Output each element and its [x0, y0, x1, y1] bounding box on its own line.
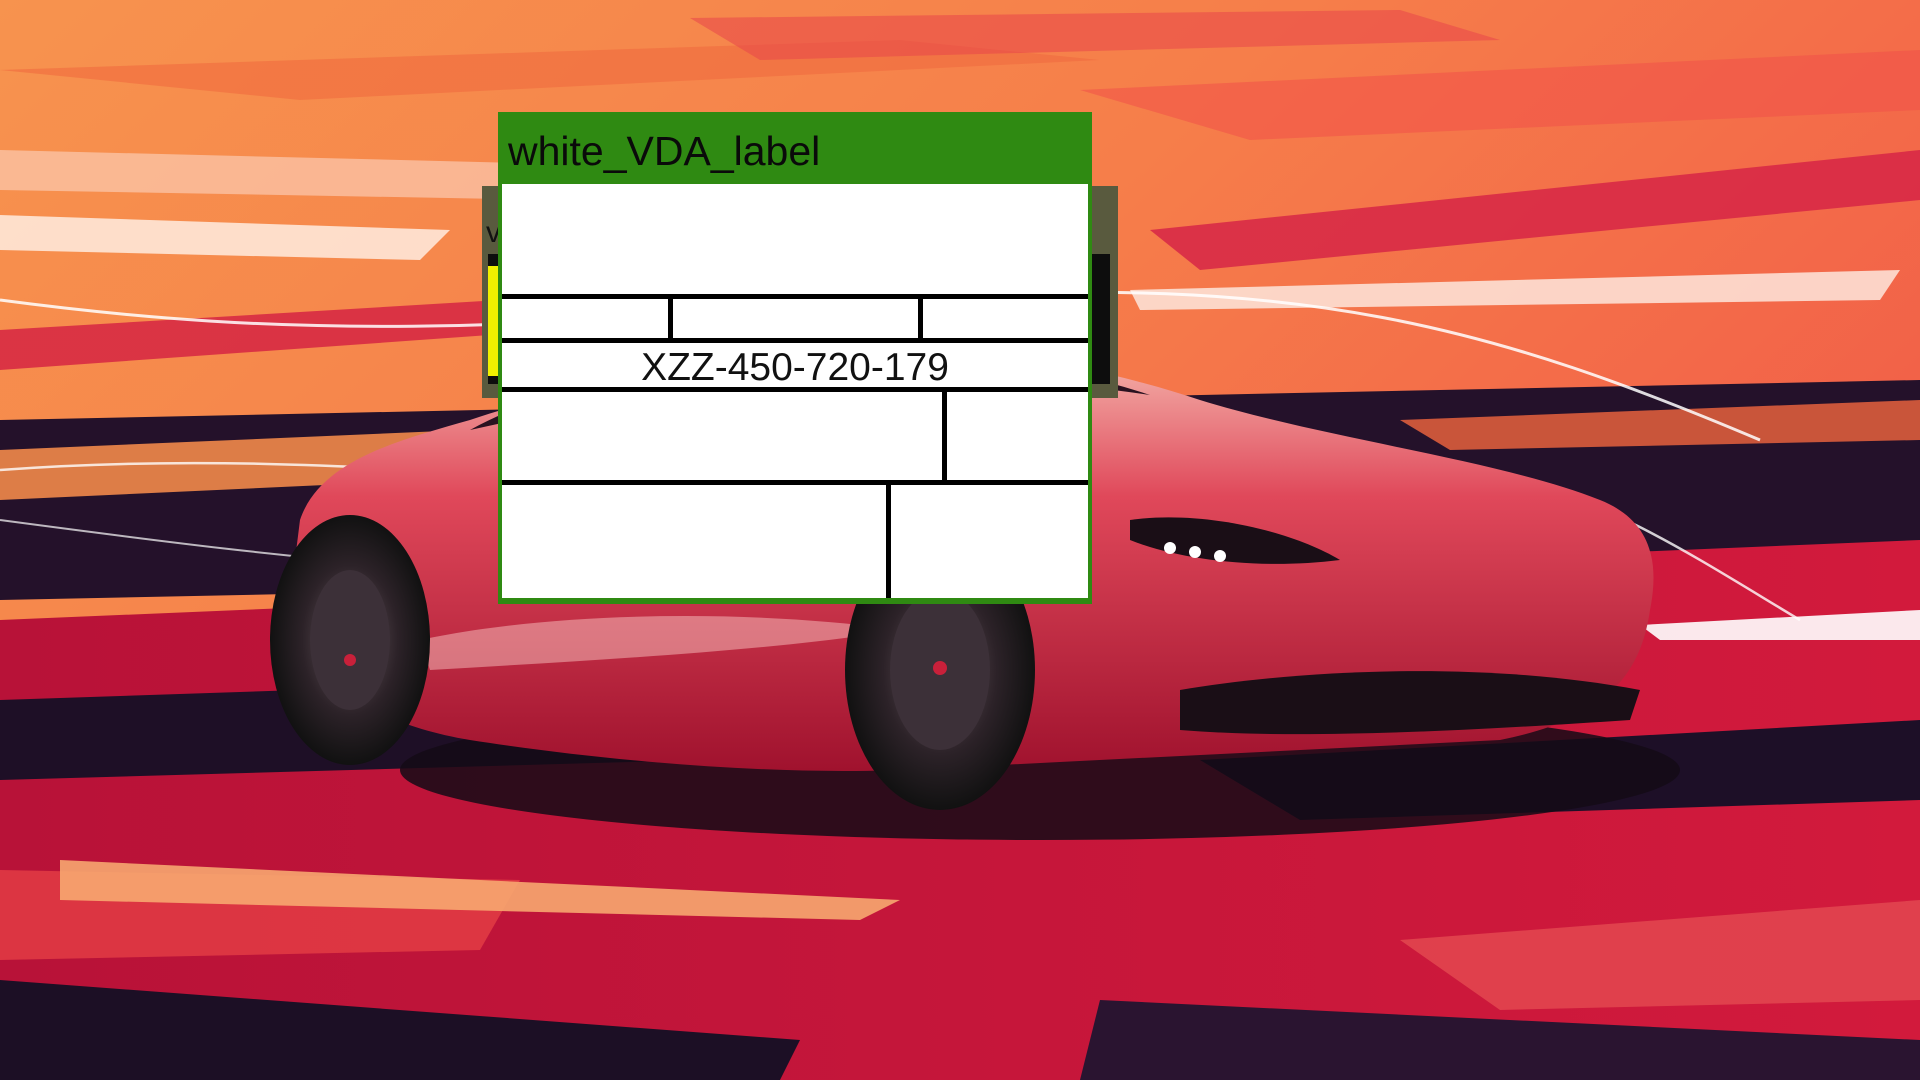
label-window[interactable]: white_VDA_label XZZ-450-720-179	[498, 112, 1092, 604]
label-divider	[502, 480, 1088, 485]
desktop: v white_VDA_label XZZ-450-720-179	[0, 0, 1920, 1080]
label-divider	[502, 294, 1088, 299]
label-code-text: XZZ-450-720-179	[641, 346, 949, 389]
label-sheet: XZZ-450-720-179	[502, 184, 1088, 598]
label-divider	[918, 294, 923, 342]
label-window-title: white_VDA_label	[508, 128, 821, 174]
label-divider	[502, 338, 1088, 343]
label-divider	[502, 387, 1088, 392]
background-window-highlight	[488, 266, 498, 376]
label-field-header	[502, 184, 1088, 294]
label-divider	[668, 294, 673, 342]
label-divider	[942, 387, 947, 483]
label-divider	[886, 480, 891, 598]
